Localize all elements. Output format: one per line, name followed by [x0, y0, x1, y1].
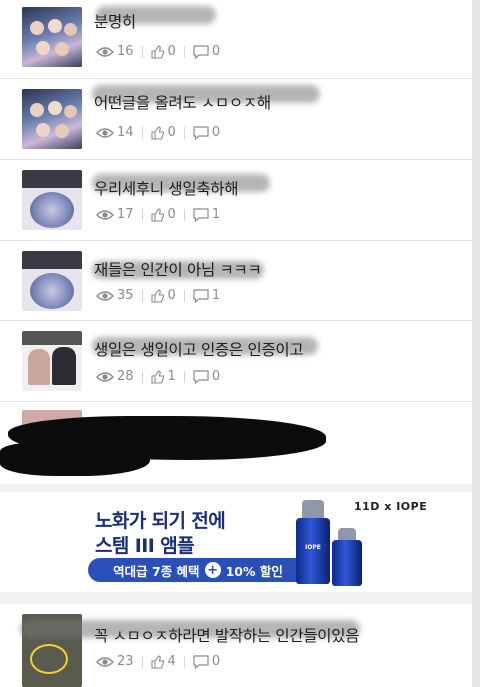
- like-count[interactable]: 0: [150, 288, 176, 303]
- comment-count[interactable]: 0: [193, 654, 220, 669]
- ad-product-name: 스템 III 앰플: [95, 535, 195, 557]
- post-item[interactable]: 꼭 ㅅㅁㅇㅈ하라면 발작하는 인간들이있음 23 4 0: [0, 604, 472, 687]
- comment-icon: [193, 288, 209, 303]
- comment-icon: [193, 654, 209, 669]
- post-meta: 14 0 0: [96, 125, 220, 140]
- post-thumbnail[interactable]: [22, 89, 82, 149]
- post-title[interactable]: 분명히: [94, 10, 136, 32]
- view-count: 23: [96, 654, 134, 669]
- post-item[interactable]: 어떤글을 올려도 ㅅㅁㅇㅈ해 14 0 0: [0, 79, 472, 160]
- like-count[interactable]: 0: [150, 207, 176, 222]
- post-meta: 35 0 1: [96, 288, 220, 303]
- eye-icon: [96, 371, 114, 382]
- post-meta: 17 0 1: [96, 207, 220, 222]
- like-count[interactable]: 4: [150, 654, 176, 669]
- like-count[interactable]: 0: [150, 44, 176, 59]
- comment-count[interactable]: 0: [193, 125, 220, 140]
- post-thumbnail[interactable]: [22, 7, 82, 67]
- comment-icon: [193, 125, 209, 140]
- view-count: 28: [96, 369, 134, 384]
- post-meta: 23 4 0: [96, 654, 220, 669]
- post-title[interactable]: 생일은 생일이고 인증은 인증이고: [94, 338, 304, 360]
- comment-count[interactable]: 0: [193, 369, 220, 384]
- post-item[interactable]: 분명히 16 0 0: [0, 0, 472, 79]
- thumbs-up-icon: [150, 44, 164, 59]
- post-item[interactable]: 우리세후니 생일축하해 17 0 1: [0, 160, 472, 241]
- ad-offer-pill[interactable]: 역대급 7종 혜택 + 10% 할인: [88, 558, 308, 582]
- post-title[interactable]: 어떤글을 올려도 ㅅㅁㅇㅈ해: [94, 91, 271, 113]
- post-item[interactable]: 재들은 인간이 아님 ㅋㅋㅋ 35 0 1: [0, 241, 472, 321]
- comment-icon: [193, 207, 209, 222]
- view-count: 17: [96, 207, 134, 222]
- eye-icon: [96, 290, 114, 301]
- comment-count[interactable]: 0: [193, 44, 220, 59]
- post-meta: 28 1 0: [96, 369, 220, 384]
- ad-offer-right: 10% 할인: [225, 563, 283, 579]
- like-count[interactable]: 0: [150, 125, 176, 140]
- thumbs-up-icon: [150, 654, 164, 669]
- post-title[interactable]: 꼭 ㅅㅁㅇㅈ하라면 발작하는 인간들이있음: [94, 624, 359, 646]
- ad-headline: 노화가 되기 전에: [95, 510, 226, 532]
- redaction-block: [0, 442, 150, 476]
- plus-icon: +: [204, 562, 221, 578]
- thumbs-up-icon: [150, 369, 164, 384]
- post-thumbnail[interactable]: [22, 251, 82, 311]
- view-count: 35: [96, 288, 134, 303]
- post-item[interactable]: 생일은 생일이고 인증은 인증이고 28 1 0: [0, 321, 472, 402]
- post-thumbnail[interactable]: [22, 170, 82, 230]
- post-title[interactable]: 재들은 인간이 아님 ㅋㅋㅋ: [94, 258, 262, 280]
- ad-banner[interactable]: 노화가 되기 전에 스템 III 앰플 역대급 7종 혜택 + 10% 할인 1…: [0, 492, 472, 592]
- comment-icon: [193, 369, 209, 384]
- comment-count[interactable]: 1: [193, 207, 220, 222]
- eye-icon: [96, 656, 114, 667]
- thumbs-up-icon: [150, 125, 164, 140]
- eye-icon: [96, 127, 114, 138]
- redacted-post[interactable]: [0, 402, 472, 484]
- post-title[interactable]: 우리세후니 생일축하해: [94, 177, 239, 199]
- thumbs-up-icon: [150, 207, 164, 222]
- eye-icon: [96, 46, 114, 57]
- page-edge: [472, 0, 480, 687]
- view-count: 16: [96, 44, 134, 59]
- comment-count[interactable]: 1: [193, 288, 220, 303]
- like-count[interactable]: 1: [150, 369, 176, 384]
- view-count: 14: [96, 125, 134, 140]
- ad-brand-logo: 11D x IOPE: [354, 500, 428, 513]
- post-meta: 16 0 0: [96, 44, 220, 59]
- comment-icon: [193, 44, 209, 59]
- post-thumbnail[interactable]: [22, 331, 82, 391]
- ad-offer-left: 역대급 7종 혜택: [113, 563, 200, 579]
- eye-icon: [96, 209, 114, 220]
- thumbs-up-icon: [150, 288, 164, 303]
